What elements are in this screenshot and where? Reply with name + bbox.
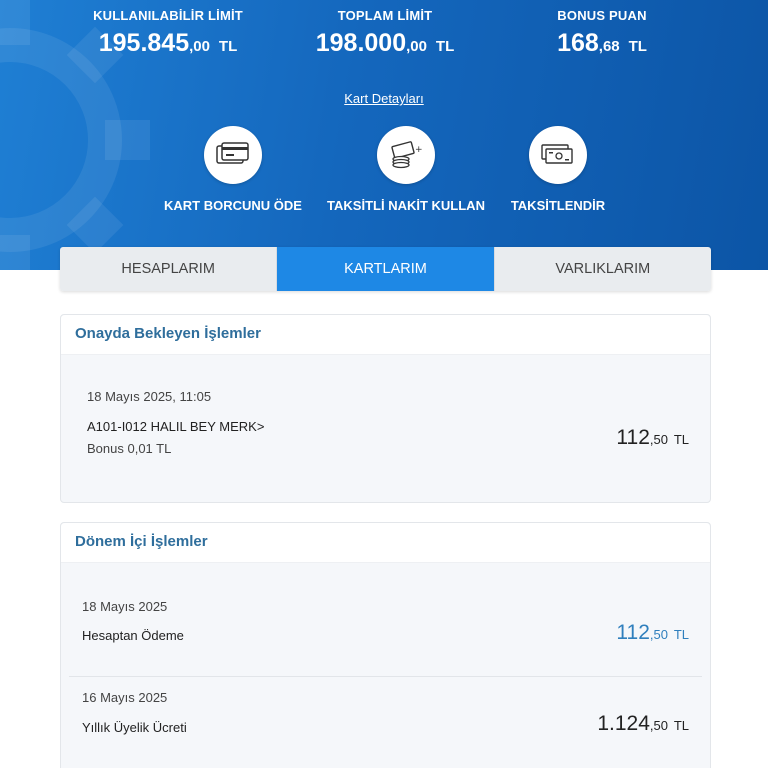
total-limit-value: 198.000,00 TL: [315, 29, 455, 57]
available-limit-label: KULLANILABİLİR LİMİT: [93, 8, 243, 23]
card-summary-header: KULLANILABİLİR LİMİT 195.845,00 TL TOPLA…: [0, 0, 768, 270]
period-transactions-title: Dönem İçi İşlemler: [61, 523, 710, 563]
installments-label: TAKSİTLENDİR: [510, 198, 606, 213]
bonus-points: BONUS PUAN 168,68 TL: [492, 8, 712, 58]
pay-card-debt-label: KART BORCUNU ÖDE: [164, 198, 302, 213]
transaction-amount: 112,50 TL: [616, 621, 689, 644]
cash-coins-icon: +: [391, 141, 423, 169]
bonus-points-value: 168,68 TL: [557, 29, 647, 57]
total-limit-label: TOPLAM LİMİT: [337, 8, 433, 23]
transaction-description: Hesaptan Ödeme: [82, 628, 184, 643]
card-pay-icon: [216, 142, 249, 164]
transaction-description: A101-I012 HALIL BEY MERK>: [87, 419, 265, 434]
tab-assets[interactable]: VARLIKLARIM: [494, 247, 711, 291]
available-limit: KULLANILABİLİR LİMİT 195.845,00 TL: [58, 8, 278, 58]
pending-transactions-panel: Onayda Bekleyen İşlemler 18 Mayıs 2025, …: [60, 314, 711, 503]
tab-accounts[interactable]: HESAPLARIM: [60, 247, 278, 291]
available-limit-value: 195.845,00 TL: [98, 29, 238, 57]
installments-button[interactable]: TAKSİTLENDİR: [468, 126, 648, 213]
bonus-points-label: BONUS PUAN: [557, 8, 647, 23]
transaction-date: 16 Mayıs 2025: [82, 690, 168, 705]
tab-cards[interactable]: KARTLARIM: [277, 247, 495, 291]
transaction-date: 18 Mayıs 2025, 11:05: [87, 389, 212, 404]
period-transaction-item[interactable]: 16 Mayıs 2025 Yıllık Üyelik Ücreti 1.124…: [61, 677, 710, 768]
transaction-description: Yıllık Üyelik Ücreti: [82, 720, 187, 735]
transaction-amount: 1.124,50 TL: [597, 712, 689, 735]
period-transaction-item[interactable]: 18 Mayıs 2025 Hesaptan Ödeme 112,50 TL: [61, 563, 710, 677]
pending-transaction-item[interactable]: 18 Mayıs 2025, 11:05 A101-I012 HALIL BEY…: [61, 355, 710, 502]
transaction-bonus: Bonus 0,01 TL: [87, 441, 172, 456]
period-transactions-panel: Dönem İçi İşlemler 18 Mayıs 2025 Hesapta…: [60, 522, 711, 768]
transaction-date: 18 Mayıs 2025: [82, 599, 168, 614]
svg-text:+: +: [415, 145, 423, 155]
pay-card-debt-button[interactable]: KART BORCUNU ÖDE: [143, 126, 323, 213]
main-tabs: HESAPLARIM KARTLARIM VARLIKLARIM: [60, 247, 711, 291]
pending-transactions-title: Onayda Bekleyen İşlemler: [61, 315, 710, 355]
total-limit: TOPLAM LİMİT 198.000,00 TL: [275, 8, 495, 58]
banknotes-icon: [541, 144, 573, 164]
card-details-link[interactable]: Kart Detayları: [344, 91, 423, 106]
transaction-amount: 112,50 TL: [616, 426, 689, 449]
